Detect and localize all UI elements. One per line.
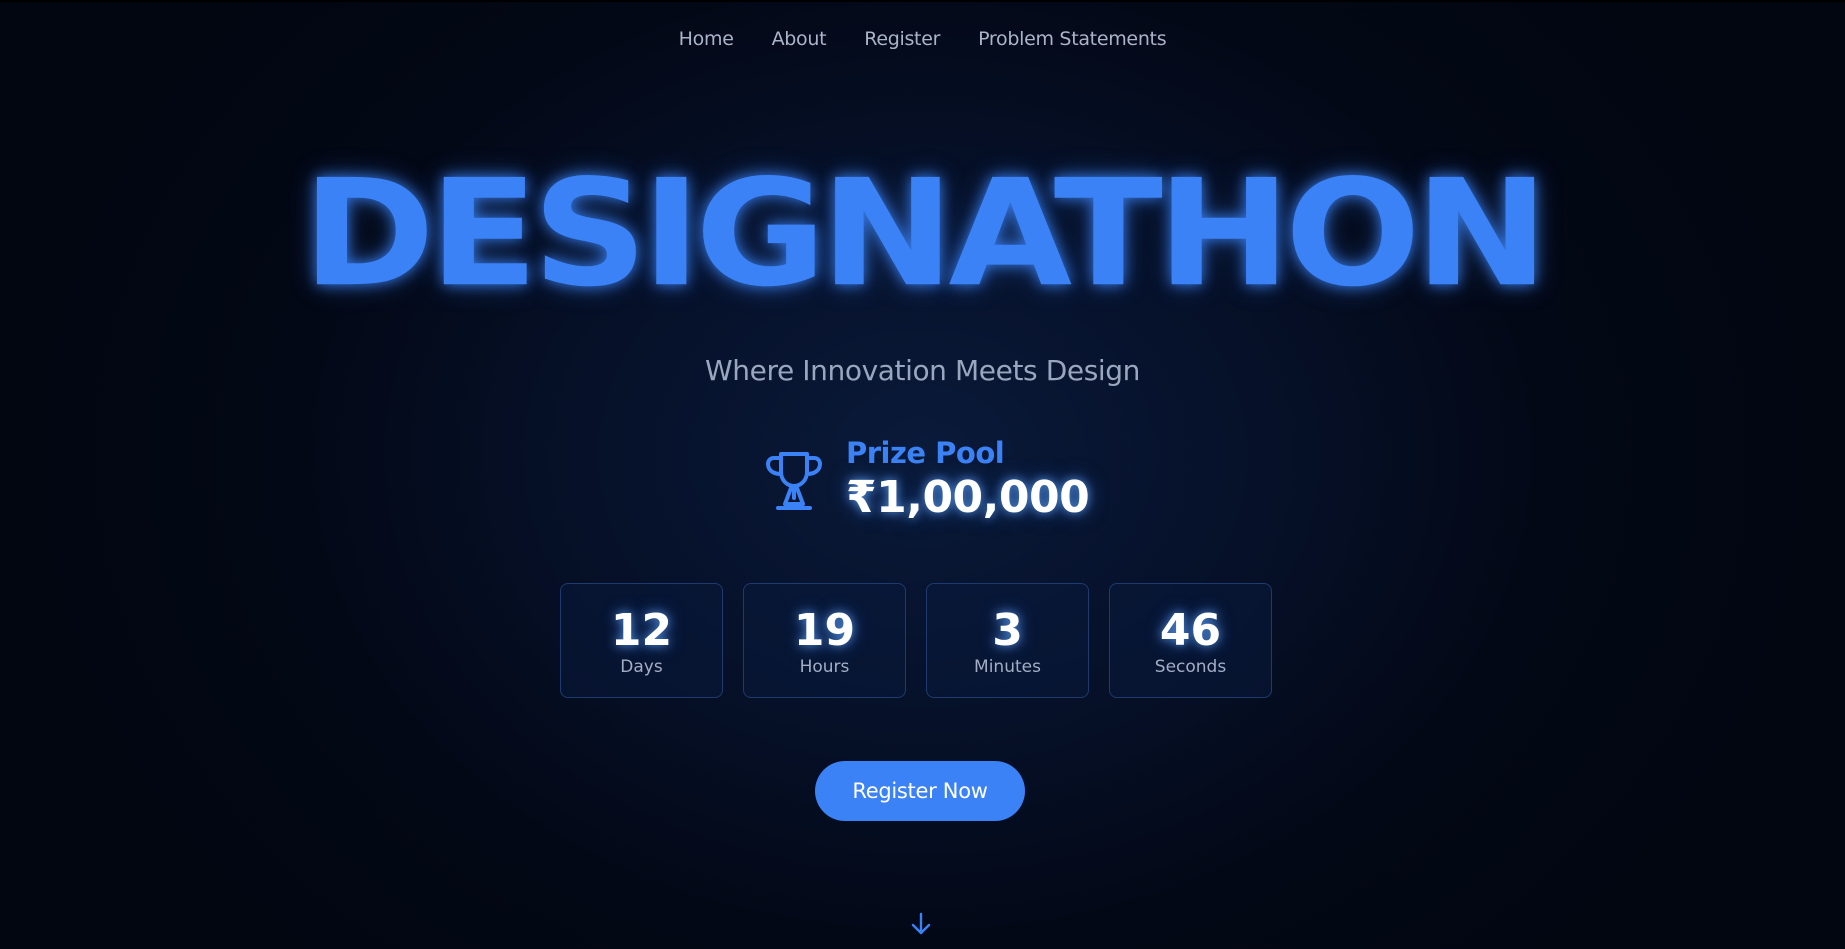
register-now-button[interactable]: Register Now	[815, 761, 1025, 821]
countdown-hours-value: 19	[793, 605, 856, 656]
countdown-timer: 12 Days 19 Hours 3 Minutes 46 Seconds	[560, 583, 1272, 698]
countdown-days-value: 12	[610, 605, 673, 656]
prize-text: Prize Pool ₹1,00,000	[846, 436, 1090, 524]
countdown-minutes: 3 Minutes	[926, 583, 1089, 698]
countdown-days-label: Days	[620, 657, 663, 677]
nav-item-problem-statements[interactable]: Problem Statements	[978, 28, 1167, 50]
top-border	[0, 0, 1845, 2]
prize-pool-label: Prize Pool	[846, 436, 1005, 470]
trophy-icon	[766, 452, 822, 510]
hero-title: DESIGNATHON	[302, 147, 1548, 320]
nav-item-home[interactable]: Home	[679, 28, 734, 50]
countdown-minutes-value: 3	[992, 605, 1023, 656]
countdown-days: 12 Days	[560, 583, 723, 698]
nav-item-about[interactable]: About	[772, 28, 827, 50]
countdown-hours: 19 Hours	[743, 583, 906, 698]
prize-pool-amount: ₹1,00,000	[846, 472, 1090, 523]
top-nav: Home About Register Problem Statements	[0, 28, 1845, 50]
nav-item-register[interactable]: Register	[864, 28, 940, 50]
countdown-seconds: 46 Seconds	[1109, 583, 1272, 698]
arrow-down-icon[interactable]	[910, 912, 932, 936]
countdown-seconds-label: Seconds	[1154, 657, 1227, 677]
countdown-seconds-value: 46	[1159, 605, 1222, 656]
countdown-minutes-label: Minutes	[974, 657, 1041, 677]
prize-pool: Prize Pool ₹1,00,000	[764, 436, 1090, 524]
countdown-hours-label: Hours	[799, 657, 850, 677]
hero-subtitle: Where Innovation Meets Design	[705, 354, 1140, 387]
